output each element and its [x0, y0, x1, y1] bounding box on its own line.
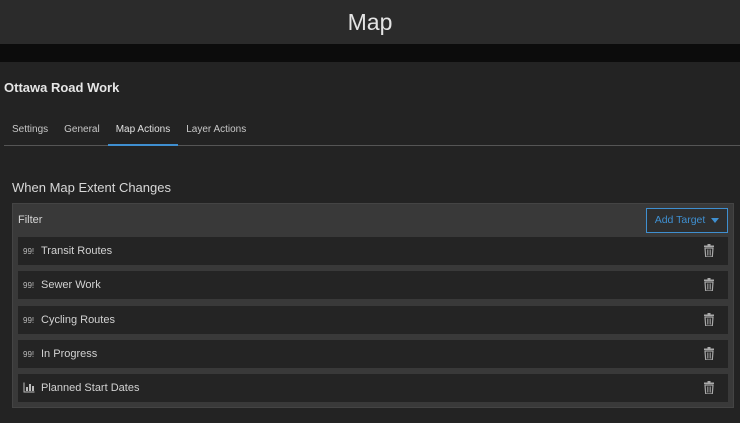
- filter-label: Filter: [18, 214, 43, 226]
- target-row[interactable]: 99! Transit Routes: [18, 237, 728, 265]
- target-row[interactable]: 99! In Progress: [18, 340, 728, 368]
- window-title: Map: [0, 0, 740, 44]
- target-label: In Progress: [41, 348, 98, 360]
- feature-layer-icon: 99!: [23, 246, 35, 256]
- trash-icon[interactable]: [704, 381, 714, 395]
- filter-action-box: Filter Add Target 99! Transit Routes 99! Se…: [12, 203, 734, 408]
- divider-band: [0, 44, 740, 62]
- tab-layer-actions[interactable]: Layer Actions: [178, 118, 254, 146]
- target-label: Sewer Work: [41, 279, 101, 291]
- trash-icon[interactable]: [704, 313, 714, 327]
- tab-map-actions[interactable]: Map Actions: [107, 118, 179, 146]
- caret-down-icon: [711, 217, 720, 223]
- target-label: Cycling Routes: [41, 314, 115, 326]
- panel-title: Ottawa Road Work: [4, 80, 120, 95]
- section-heading: When Map Extent Changes: [12, 180, 171, 195]
- target-row[interactable]: 99! Cycling Routes: [18, 306, 728, 334]
- trash-icon[interactable]: [704, 347, 714, 361]
- target-label: Planned Start Dates: [41, 382, 140, 394]
- add-target-label: Add Target: [654, 214, 706, 226]
- target-label: Transit Routes: [41, 245, 113, 257]
- feature-layer-icon: 99!: [23, 349, 35, 359]
- target-row[interactable]: 99! Sewer Work: [18, 271, 728, 299]
- target-row[interactable]: Planned Start Dates: [18, 374, 728, 402]
- tab-general[interactable]: General: [56, 118, 108, 146]
- trash-icon[interactable]: [704, 244, 714, 258]
- add-target-button[interactable]: Add Target: [646, 207, 728, 233]
- tab-bar: Settings General Map Actions Layer Actio…: [4, 118, 740, 146]
- feature-layer-icon: 99!: [23, 315, 35, 325]
- trash-icon[interactable]: [704, 278, 714, 292]
- tab-settings[interactable]: Settings: [4, 118, 56, 146]
- feature-layer-icon: 99!: [23, 280, 35, 290]
- chart-icon: [23, 382, 41, 395]
